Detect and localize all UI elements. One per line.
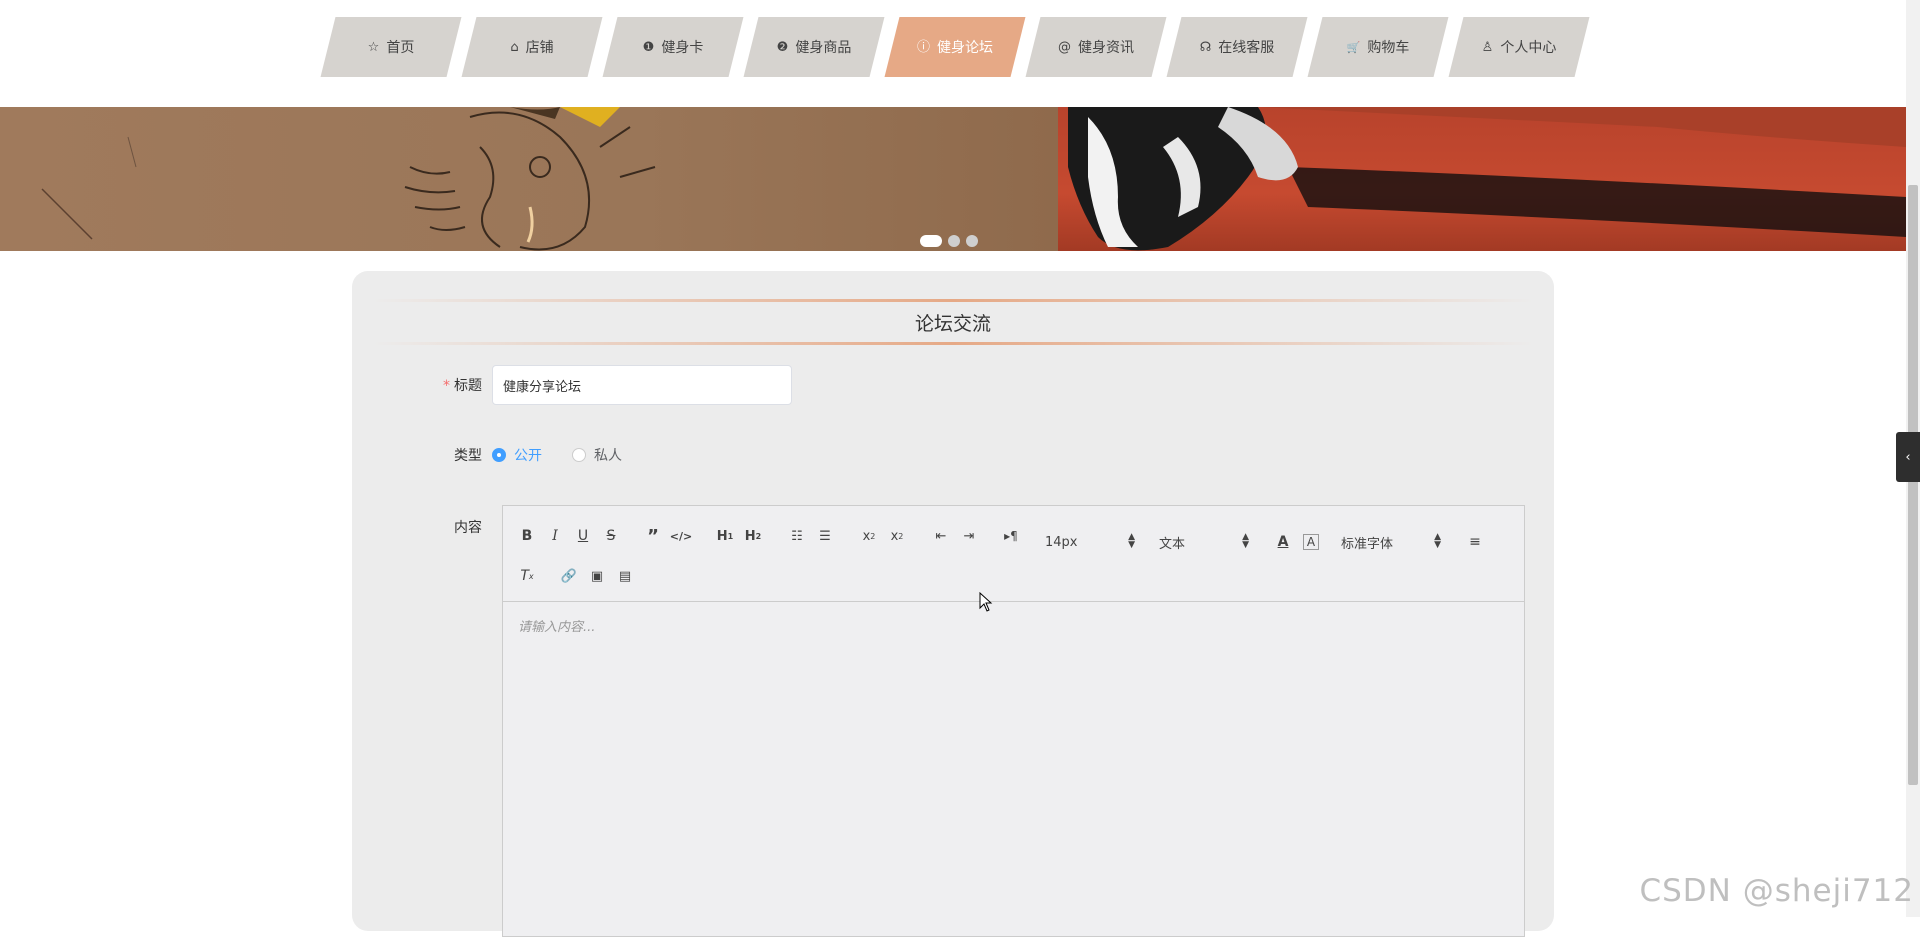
- nav-item-label: 健身资讯: [1078, 40, 1134, 56]
- clear-format-icon[interactable]: Tx: [515, 564, 539, 588]
- radio-label-public: 公开: [514, 448, 542, 464]
- nav-item-label: 健身论坛: [937, 40, 993, 56]
- type-radio-public[interactable]: 公开: [492, 445, 542, 465]
- nav-item-support[interactable]: ☊ 在线客服: [1174, 17, 1300, 77]
- nav-item-label: 在线客服: [1218, 40, 1275, 56]
- star-icon: ☆: [367, 39, 380, 55]
- carousel-dot-2[interactable]: [948, 235, 960, 247]
- radio-circle-checked: [492, 448, 506, 462]
- runner-shoe-image: [1058, 107, 1906, 251]
- banner-carousel: [0, 107, 1906, 251]
- font-family-select[interactable]: 标准字体 ▲ ▼: [1341, 530, 1441, 554]
- radio-label-private: 私人: [594, 448, 622, 464]
- nav-item-forum[interactable]: ⓘ 健身论坛: [892, 17, 1018, 77]
- scrollbar-thumb[interactable]: [1908, 185, 1918, 785]
- panel-title-wrap: 论坛交流: [372, 299, 1534, 345]
- required-asterisk: *: [443, 378, 450, 394]
- nav-item-label: 首页: [386, 40, 415, 56]
- strikethrough-icon[interactable]: S: [599, 524, 623, 548]
- watermark: CSDN @sheji712: [1639, 873, 1914, 909]
- video-icon[interactable]: ▤: [613, 564, 637, 588]
- info-circle-icon: ⓘ: [916, 39, 930, 55]
- nav-list: ☆ 首页 ⌂ 店铺 ❶ 健身卡 ❷ 健身商品 ⓘ 健身论坛 @ 健身资讯 ☊ 在…: [328, 17, 1582, 77]
- mouse-cursor-icon: [979, 592, 993, 612]
- italic-icon[interactable]: I: [543, 524, 567, 548]
- align-icon[interactable]: ≡: [1463, 530, 1487, 554]
- page-title: 论坛交流: [914, 313, 991, 335]
- nav-item-label: 个人中心: [1500, 40, 1557, 56]
- bold-icon[interactable]: B: [515, 524, 539, 548]
- title-divider-top: [372, 299, 1534, 302]
- nav-item-label: 店铺: [525, 40, 554, 56]
- banner-photo: [1058, 107, 1906, 251]
- nav-item-label: 健身商品: [795, 40, 852, 56]
- radio-circle: [572, 448, 586, 462]
- chevron-left-icon: ‹: [1905, 449, 1911, 465]
- blockquote-icon[interactable]: ”: [641, 524, 665, 548]
- banner-illustration: [0, 107, 1058, 251]
- nav-item-label: 购物车: [1367, 40, 1410, 56]
- carousel-indicators: [920, 235, 978, 247]
- user-icon: ♙: [1481, 39, 1494, 55]
- font-size-value: 14px: [1045, 534, 1078, 550]
- indent-icon[interactable]: ⇥: [957, 524, 981, 548]
- title-divider-bottom: [372, 342, 1534, 345]
- editor-content-area[interactable]: 请输入内容...: [503, 602, 1524, 649]
- content-label: 内容: [454, 520, 482, 536]
- code-block-icon[interactable]: </>: [669, 524, 693, 548]
- title-row: * 标题: [352, 365, 792, 405]
- font-color-icon[interactable]: A: [1271, 530, 1295, 554]
- at-icon: @: [1058, 39, 1071, 55]
- type-radio-private[interactable]: 私人: [572, 445, 622, 465]
- select-arrows-icon: ▲ ▼: [1242, 532, 1249, 550]
- top-nav: ☆ 首页 ⌂ 店铺 ❶ 健身卡 ❷ 健身商品 ⓘ 健身论坛 @ 健身资讯 ☊ 在…: [0, 0, 1906, 107]
- subscript-icon[interactable]: x2: [857, 524, 881, 548]
- nav-item-profile[interactable]: ♙ 个人中心: [1456, 17, 1582, 77]
- title-input[interactable]: [492, 365, 792, 405]
- nav-item-fitness-products[interactable]: ❷ 健身商品: [751, 17, 877, 77]
- outdent-icon[interactable]: ⇤: [929, 524, 953, 548]
- link-icon[interactable]: 🔗: [557, 564, 581, 588]
- block-format-value: 文本: [1159, 536, 1186, 552]
- block-format-select[interactable]: 文本 ▲ ▼: [1159, 530, 1249, 554]
- text-direction-icon[interactable]: ▸¶: [999, 524, 1023, 548]
- carousel-dot-1[interactable]: [920, 235, 942, 247]
- ordered-list-icon[interactable]: ☷: [785, 524, 809, 548]
- font-size-select[interactable]: 14px ▲ ▼: [1045, 530, 1135, 554]
- headset-icon: ☊: [1199, 39, 1212, 55]
- side-panel-toggle[interactable]: ‹: [1896, 432, 1920, 482]
- title-label: * 标题: [352, 375, 492, 395]
- rich-text-editor: B I U S ” </> H1 H2 ☷ ☰ x2 x2 ⇤ ⇥ ▸¶ 14p…: [502, 505, 1525, 937]
- bullet-list-icon[interactable]: ☰: [813, 524, 837, 548]
- select-arrows-icon: ▲ ▼: [1434, 532, 1441, 550]
- font-family-value: 标准字体: [1341, 536, 1394, 552]
- image-icon[interactable]: ▣: [585, 564, 609, 588]
- title-label-text: 标题: [454, 378, 482, 394]
- type-label: 类型: [454, 448, 482, 464]
- nav-item-news[interactable]: @ 健身资讯: [1033, 17, 1159, 77]
- nav-item-label: 健身卡: [661, 40, 704, 56]
- background-color-icon[interactable]: A: [1303, 534, 1319, 550]
- nav-item-home[interactable]: ☆ 首页: [328, 17, 454, 77]
- cart-icon: 🛒: [1346, 40, 1361, 54]
- nav-item-fitness-card[interactable]: ❶ 健身卡: [610, 17, 736, 77]
- content-row: 内容: [352, 517, 492, 537]
- underline-icon[interactable]: U: [571, 524, 595, 548]
- forum-form-panel: 论坛交流 *标题 类型 公开 私人 内容 B I U S ” </> H1: [352, 271, 1554, 937]
- nav-item-shop[interactable]: ⌂ 店铺: [469, 17, 595, 77]
- superscript-icon[interactable]: x2: [885, 524, 909, 548]
- question-circle-icon: ❷: [776, 39, 789, 55]
- header-2-icon[interactable]: H2: [741, 524, 765, 548]
- cartoon-sketch-image: [41, 107, 656, 251]
- type-row: 类型 公开 私人: [352, 445, 652, 465]
- shop-bag-icon: ⌂: [510, 39, 519, 55]
- header-1-icon[interactable]: H1: [713, 524, 737, 548]
- alert-circle-icon: ❶: [642, 39, 655, 55]
- editor-toolbar: B I U S ” </> H1 H2 ☷ ☰ x2 x2 ⇤ ⇥ ▸¶ 14p…: [503, 506, 1524, 602]
- editor-placeholder: 请输入内容...: [518, 620, 596, 635]
- nav-item-cart[interactable]: 🛒 购物车: [1315, 17, 1441, 77]
- carousel-dot-3[interactable]: [966, 235, 978, 247]
- select-arrows-icon: ▲ ▼: [1128, 532, 1135, 550]
